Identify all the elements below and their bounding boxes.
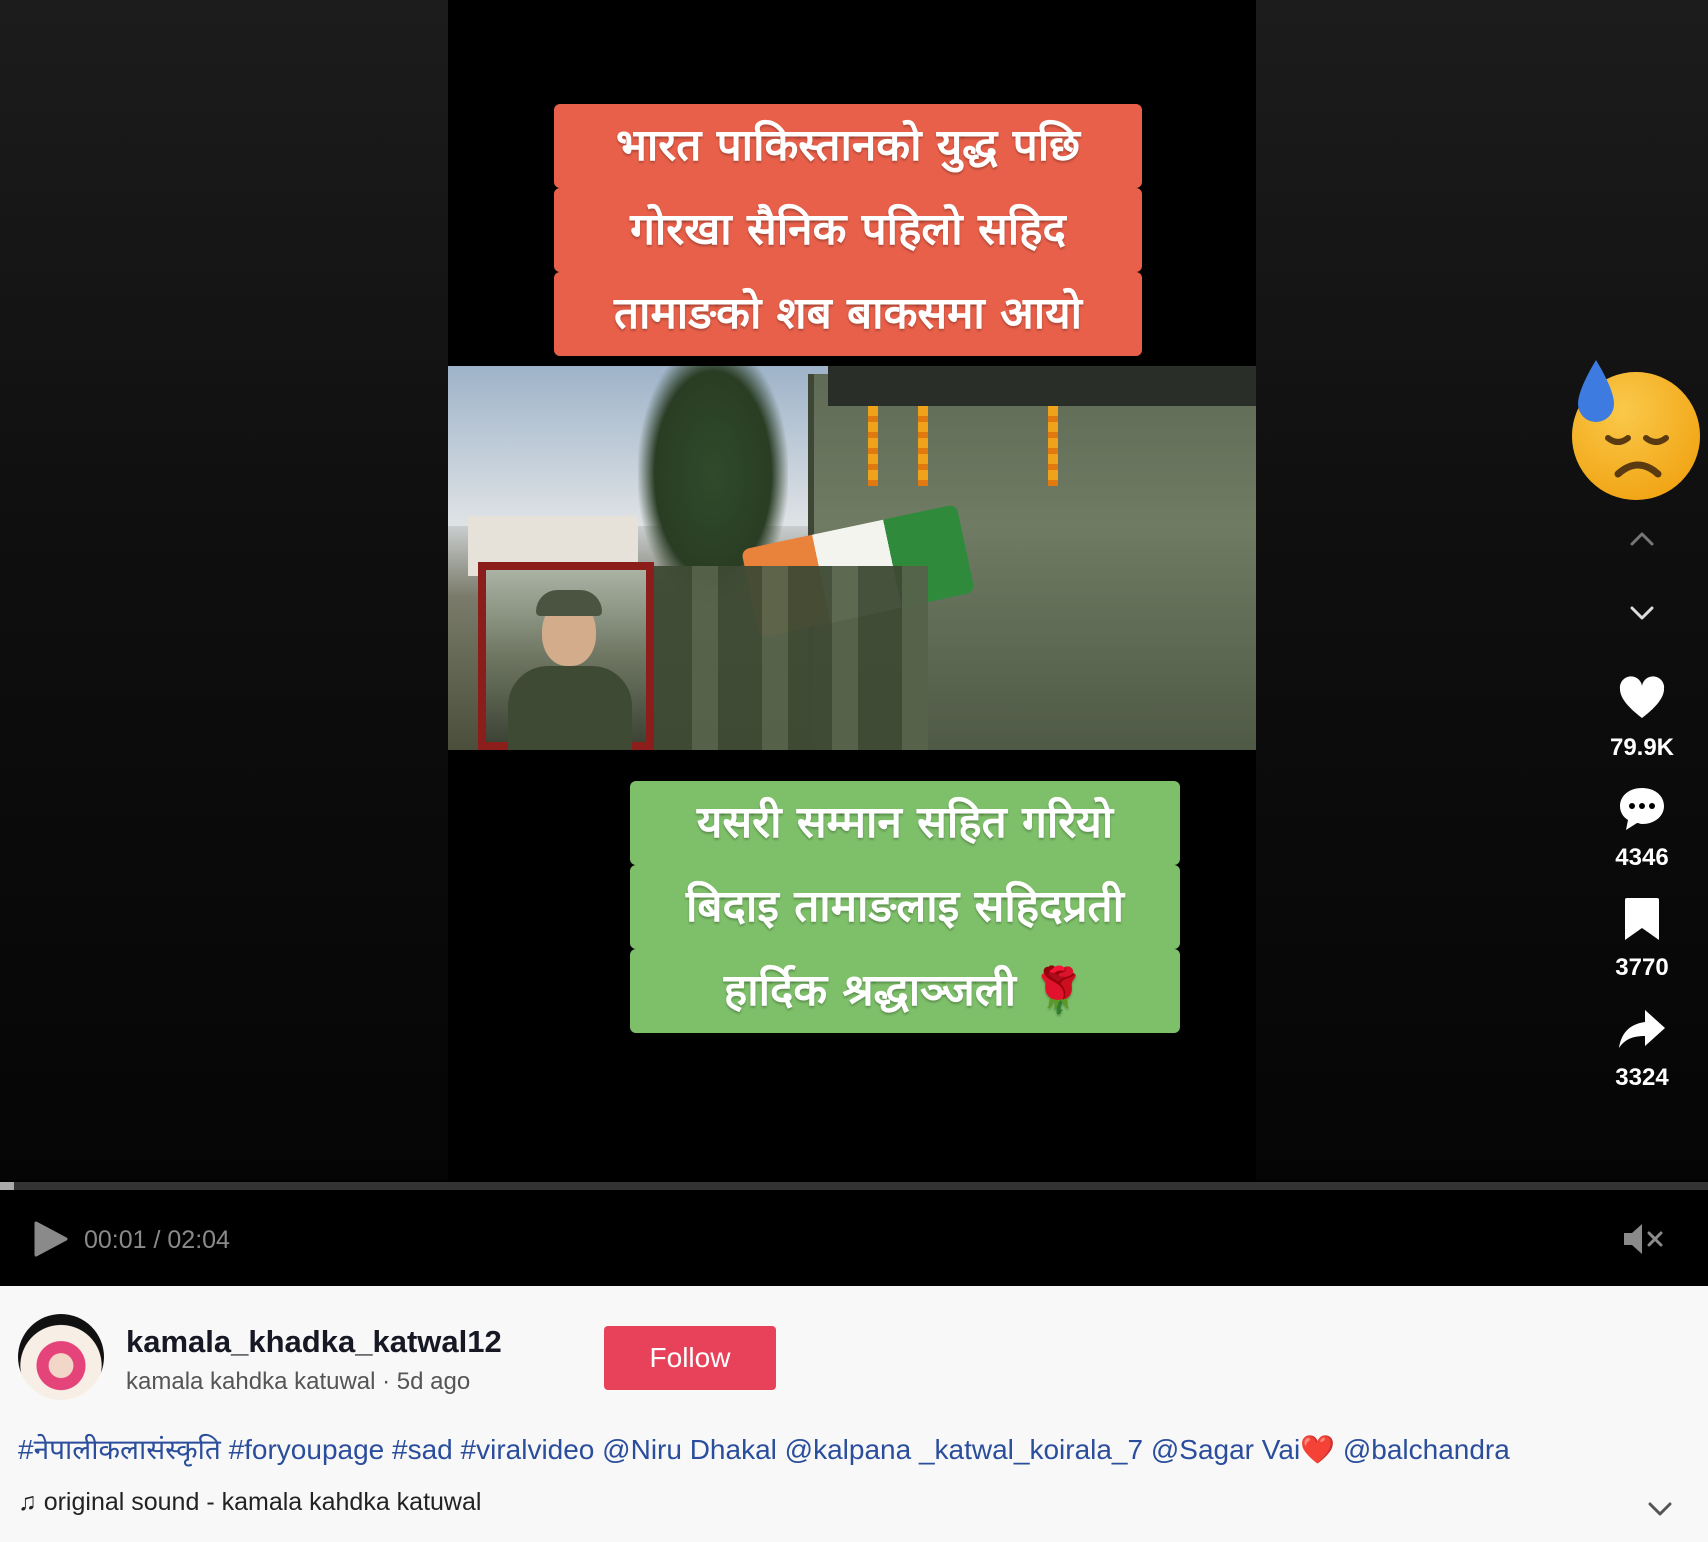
play-icon[interactable]: [32, 1220, 68, 1258]
share-count: 3324: [1615, 1064, 1669, 1091]
video-progress-fill: [0, 1182, 14, 1190]
sound-link[interactable]: ♫ original sound - kamala kahdka katuwal: [18, 1488, 481, 1517]
save-count: 3770: [1615, 954, 1669, 981]
mention-link[interactable]: @Sagar Vai❤️: [1151, 1434, 1335, 1465]
video-scene: [448, 366, 1256, 750]
comment-action[interactable]: 4346: [1596, 784, 1688, 872]
scene-marigold-garland: [868, 406, 878, 486]
scene-marigold-garland: [1048, 406, 1058, 486]
author-meta: kamala kahdka katuwal · 5d ago: [126, 1368, 470, 1396]
portrait-body: [508, 666, 632, 750]
save-action[interactable]: 3770: [1596, 894, 1688, 982]
player-controls: 00:01 / 02:04: [0, 1190, 1708, 1286]
player-backdrop-left: [0, 0, 448, 1180]
video-caption-top: भारत पाकिस्तानको युद्ध पछि गोरखा सैनिक प…: [554, 104, 1142, 356]
like-count: 79.9K: [1609, 734, 1675, 761]
playback-time: 00:01 / 02:04: [84, 1226, 230, 1254]
action-rail: 79.9K 4346 3770 3324: [1596, 520, 1688, 1092]
comment-icon[interactable]: [1617, 784, 1667, 834]
music-note-icon: ♫: [18, 1488, 37, 1516]
portrait-cap: [536, 590, 602, 616]
caption-bottom-line: हार्दिक श्रद्धाञ्जली 🌹: [630, 949, 1180, 1033]
hashtag-link[interactable]: #viralvideo: [461, 1434, 595, 1465]
author-username[interactable]: kamala_khadka_katwal12: [126, 1324, 502, 1360]
scene-marigold-garland: [918, 406, 928, 486]
video-progress-bar[interactable]: [0, 1182, 1708, 1190]
share-action[interactable]: 3324: [1596, 1004, 1688, 1092]
video-player[interactable]: भारत पाकिस्तानको युद्ध पछि गोरखा सैनिक प…: [0, 0, 1708, 1286]
post-age: 5d ago: [396, 1368, 471, 1395]
muted-speaker-icon[interactable]: [1622, 1222, 1666, 1256]
caption-top-line: गोरखा सैनिक पहिलो सहिद: [554, 188, 1142, 272]
soldier-portrait: [478, 562, 654, 750]
next-video-button[interactable]: [1622, 592, 1662, 632]
mention-link[interactable]: @balchandra: [1343, 1434, 1510, 1465]
bookmark-icon[interactable]: [1617, 894, 1667, 944]
hashtag-link[interactable]: #sad: [392, 1434, 453, 1465]
author-avatar[interactable]: [18, 1314, 104, 1400]
post-description: #नेपालीकलासंस्कृति #foryoupage #sad #vir…: [18, 1430, 1510, 1468]
scene-truck-canopy: [828, 366, 1256, 406]
hashtag-link[interactable]: #नेपालीकलासंस्कृति: [18, 1434, 221, 1465]
post-info-panel: kamala_khadka_katwal12 kamala kahdka kat…: [0, 1286, 1708, 1542]
caption-top-line: तामाङको शब बाकसमा आयो: [554, 272, 1142, 356]
mention-link[interactable]: @kalpana _katwal_koirala_7: [785, 1434, 1143, 1465]
previous-video-button[interactable]: [1622, 520, 1662, 560]
video-frame[interactable]: भारत पाकिस्तानको युद्ध पछि गोरखा सैनिक प…: [448, 0, 1700, 1180]
video-caption-bottom: यसरी सम्मान सहित गरियो बिदाइ तामाङलाइ सह…: [630, 781, 1180, 1033]
mention-link[interactable]: @Niru Dhakal: [602, 1434, 777, 1465]
share-arrow-icon[interactable]: [1617, 1004, 1667, 1054]
follow-button[interactable]: Follow: [604, 1326, 776, 1390]
caption-bottom-line: यसरी सम्मान सहित गरियो: [630, 781, 1180, 865]
caption-bottom-line: बिदाइ तामाङलाइ सहिदप्रती: [630, 865, 1180, 949]
author-display-name: kamala kahdka katuwal: [126, 1368, 376, 1395]
chevron-down-icon[interactable]: [1644, 1496, 1676, 1520]
like-action[interactable]: 79.9K: [1596, 674, 1688, 762]
sad-sweat-face-icon: [1572, 360, 1700, 500]
scene-soldiers: [648, 566, 928, 750]
comment-count: 4346: [1615, 844, 1669, 871]
sound-label: original sound - kamala kahdka katuwal: [43, 1488, 482, 1516]
meta-separator: ·: [375, 1368, 397, 1395]
hashtag-link[interactable]: #foryoupage: [229, 1434, 385, 1465]
caption-top-line: भारत पाकिस्तानको युद्ध पछि: [554, 104, 1142, 188]
heart-icon[interactable]: [1617, 674, 1667, 724]
